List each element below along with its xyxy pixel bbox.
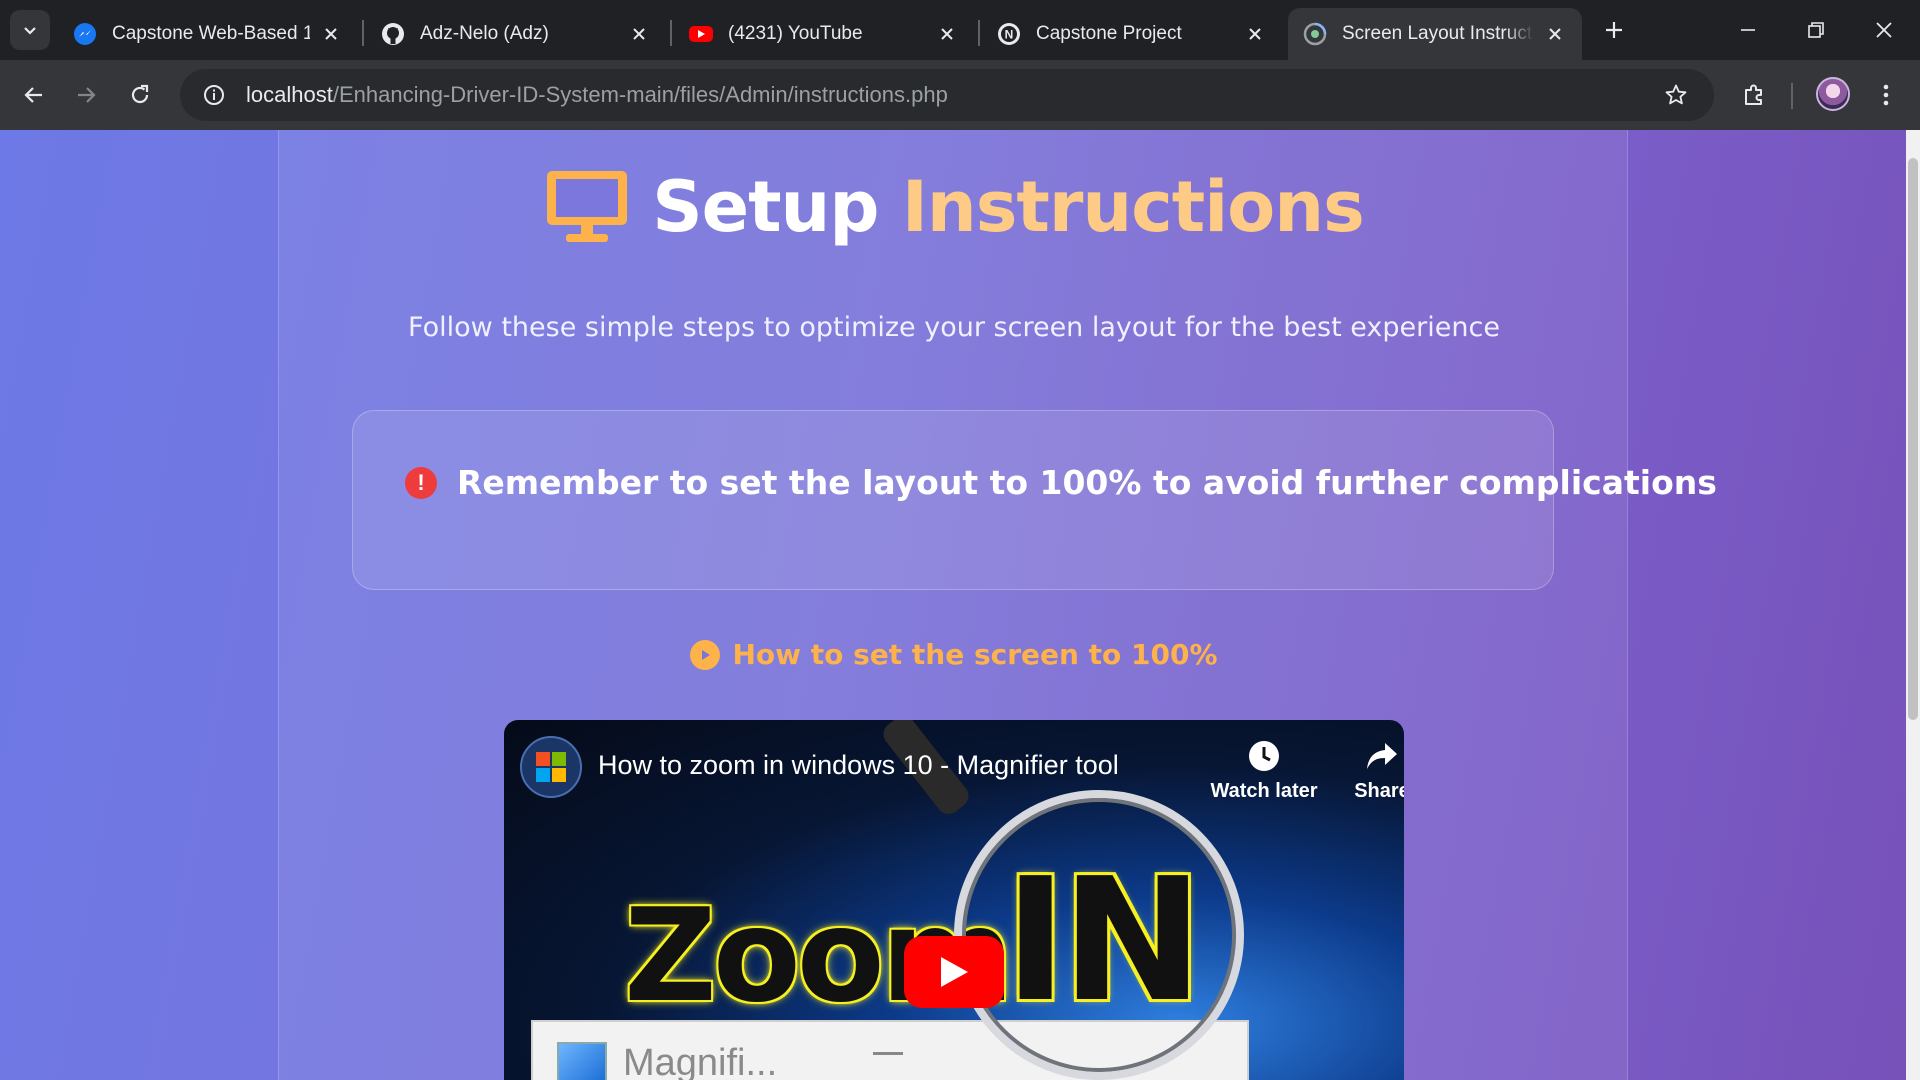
forward-button[interactable] xyxy=(64,73,108,117)
howto-heading: How to set the screen to 100% xyxy=(279,638,1629,671)
tab-separator xyxy=(978,20,980,46)
watch-later-button[interactable]: Watch later xyxy=(1204,736,1324,803)
page-title-word-2: Instructions xyxy=(901,166,1365,248)
tab-search-button[interactable] xyxy=(10,10,50,50)
play-icon xyxy=(941,957,968,987)
youtube-embed[interactable]: Magnifi... Zoom IN How to zoom in window… xyxy=(504,720,1404,1080)
youtube-play-button[interactable] xyxy=(904,936,1004,1008)
page-loading-icon xyxy=(1302,21,1328,47)
exclamation-circle-icon: ! xyxy=(405,466,437,499)
restore-icon xyxy=(1808,22,1824,38)
page-scrollbar[interactable] xyxy=(1906,130,1920,1080)
tab-separator xyxy=(362,20,364,46)
site-info-icon[interactable] xyxy=(188,69,240,121)
minimize-button[interactable] xyxy=(1714,0,1782,60)
youtube-icon xyxy=(688,21,714,47)
arrow-right-icon xyxy=(78,87,96,103)
tab-separator xyxy=(670,20,672,46)
tab-capstone-project[interactable]: N Capstone Project xyxy=(982,8,1282,60)
tab-title: (4231) YouTube xyxy=(728,23,863,44)
tab-capstone-web[interactable]: Capstone Web-Based 10 xyxy=(58,8,358,60)
thumbnail-window-title: Magnifi... xyxy=(623,1042,778,1080)
howto-label: How to set the screen to 100% xyxy=(732,638,1218,671)
close-icon xyxy=(1876,22,1892,38)
share-button[interactable]: Share xyxy=(1322,736,1404,803)
page-viewport: Setup Instructions Follow these simple s… xyxy=(0,130,1920,1080)
close-icon[interactable] xyxy=(934,21,960,47)
bookmark-star-icon[interactable] xyxy=(1656,75,1696,115)
layout-notice-box: ! Remember to set the layout to 100% to … xyxy=(352,410,1717,590)
plus-icon xyxy=(1606,22,1622,38)
close-icon[interactable] xyxy=(1242,21,1268,47)
browser-toolbar: localhost/Enhancing-Driver-ID-System-mai… xyxy=(0,60,1920,130)
url-text[interactable]: localhost/Enhancing-Driver-ID-System-mai… xyxy=(246,82,948,108)
share-label: Share xyxy=(1354,780,1404,802)
clock-icon xyxy=(1249,741,1279,771)
channel-avatar[interactable] xyxy=(520,736,582,798)
page-title: Setup Instructions xyxy=(652,166,1365,248)
new-tab-button[interactable] xyxy=(1594,12,1634,48)
notion-icon: N xyxy=(996,21,1022,47)
watch-later-label: Watch later xyxy=(1210,780,1318,802)
url-path: /Enhancing-Driver-ID-System-main/files/A… xyxy=(332,82,948,107)
page-heading: Setup Instructions xyxy=(279,166,1629,248)
chevron-down-icon xyxy=(24,27,36,35)
share-arrow-icon xyxy=(1367,743,1397,769)
minimize-icon xyxy=(873,1052,903,1055)
tab-github[interactable]: Adz-Nelo (Adz) xyxy=(366,8,666,60)
toolbar-divider xyxy=(1791,83,1793,109)
tab-strip: Capstone Web-Based 10 Adz-Nelo (Adz) (42… xyxy=(0,0,1920,60)
svg-text:N: N xyxy=(1005,28,1014,42)
magnifier-app-icon xyxy=(557,1042,607,1080)
back-button[interactable] xyxy=(12,73,56,117)
tab-title: Capstone Project xyxy=(1036,23,1182,44)
video-title[interactable]: How to zoom in windows 10 - Magnifier to… xyxy=(598,750,1119,781)
instructions-card: Setup Instructions Follow these simple s… xyxy=(278,130,1717,1080)
close-icon[interactable] xyxy=(318,21,344,47)
close-icon[interactable] xyxy=(626,21,652,47)
reload-button[interactable] xyxy=(118,73,162,117)
notice-text: Remember to set the layout to 100% to av… xyxy=(457,463,1717,502)
messenger-icon xyxy=(72,21,98,47)
tab-screen-layout[interactable]: Screen Layout Instructions xyxy=(1288,8,1582,60)
arrow-left-icon xyxy=(24,87,42,103)
scrollbar-thumb[interactable] xyxy=(1908,158,1918,720)
address-bar[interactable]: localhost/Enhancing-Driver-ID-System-mai… xyxy=(180,69,1714,121)
thumbnail-text-in: IN xyxy=(1004,842,1204,1040)
page-title-word-1: Setup xyxy=(652,166,879,248)
close-icon[interactable] xyxy=(1542,21,1568,47)
monitor-icon xyxy=(547,171,628,242)
url-host: localhost xyxy=(246,82,333,107)
tab-title: Screen Layout Instructions xyxy=(1342,23,1534,44)
github-icon xyxy=(380,21,406,47)
profile-avatar[interactable] xyxy=(1816,77,1850,111)
tab-title: Capstone Web-Based 10 xyxy=(112,23,310,44)
menu-button[interactable] xyxy=(1864,73,1908,117)
reload-icon xyxy=(131,84,149,104)
restore-button[interactable] xyxy=(1782,0,1850,60)
play-circle-icon xyxy=(690,639,721,670)
close-window-button[interactable] xyxy=(1850,0,1918,60)
more-vertical-icon xyxy=(1883,84,1889,106)
tab-title: Adz-Nelo (Adz) xyxy=(420,23,549,44)
minimize-icon xyxy=(1741,29,1755,31)
puzzle-icon xyxy=(1745,84,1762,105)
tab-youtube[interactable]: (4231) YouTube xyxy=(674,8,974,60)
page-subtitle: Follow these simple steps to optimize yo… xyxy=(408,312,1500,343)
extensions-button[interactable] xyxy=(1732,73,1776,117)
